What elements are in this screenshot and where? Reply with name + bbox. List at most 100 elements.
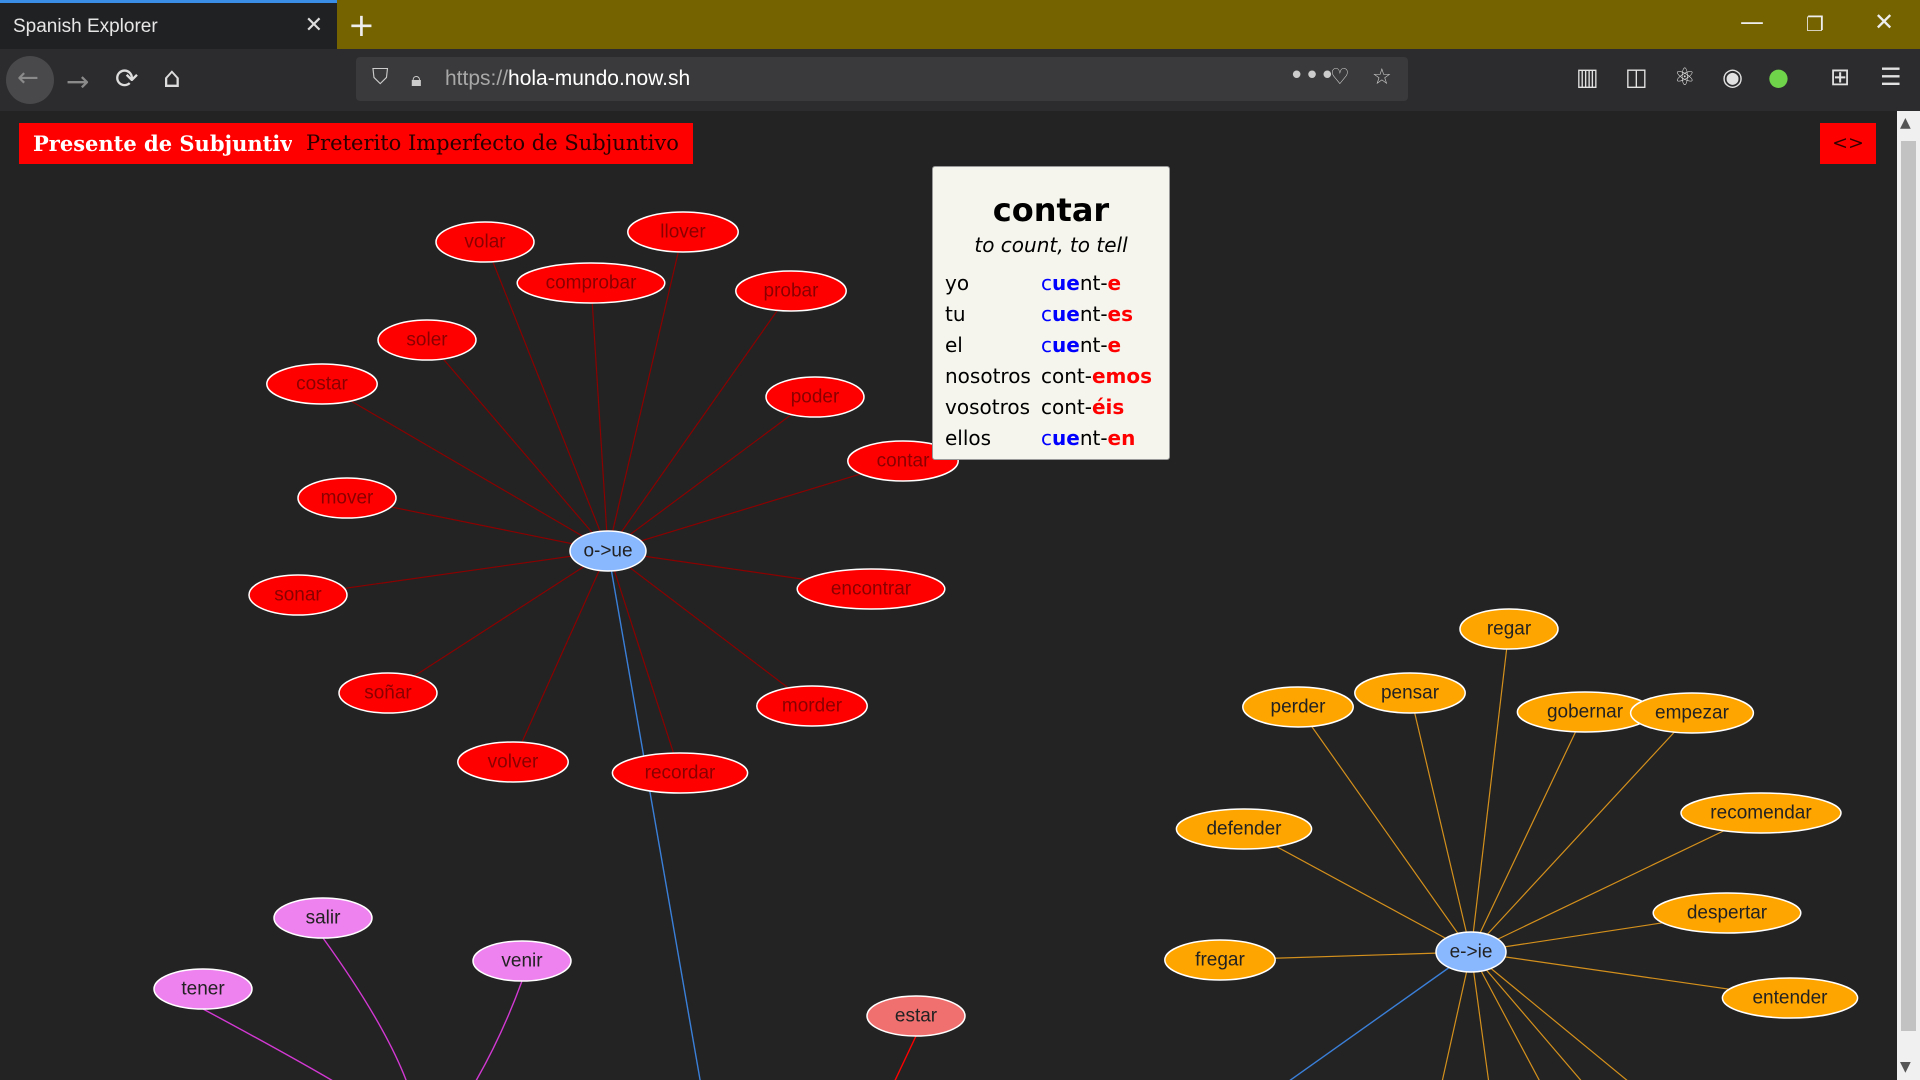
hub-node-e-ie[interactable]: e->ie <box>1435 931 1507 973</box>
verb-node-entender[interactable]: entender <box>1721 977 1859 1019</box>
close-icon[interactable]: ✕ <box>305 13 323 38</box>
node-label: entender <box>1752 988 1828 1009</box>
bookmark-star-icon[interactable]: ☆ <box>1372 65 1392 90</box>
node-label: morder <box>782 696 843 717</box>
vertical-scrollbar[interactable]: ▲ ▼ <box>1897 111 1920 1080</box>
edge-comprobar <box>590 282 609 552</box>
account-icon[interactable]: ◉ <box>1722 63 1743 91</box>
node-label: despertar <box>1687 903 1768 924</box>
verb-node-despertar[interactable]: despertar <box>1652 892 1802 934</box>
verb-node-soler[interactable]: soler <box>377 319 477 361</box>
verb-node-sonar[interactable]: sonar <box>248 574 348 616</box>
more-icon[interactable]: ••• <box>1289 61 1335 91</box>
tab-presente-subjuntivo[interactable]: Presente de Subjuntivo <box>19 123 321 164</box>
node-label: regar <box>1487 619 1532 640</box>
menu-icon[interactable]: ☰ <box>1880 63 1902 91</box>
verb-node-regar[interactable]: regar <box>1459 608 1559 650</box>
verb-node-volar[interactable]: volar <box>435 221 535 263</box>
tab-preterito-imperfecto-subjuntivo[interactable]: Preterito Imperfecto de Subjuntivo <box>292 123 693 164</box>
node-label: e->ie <box>1450 942 1493 963</box>
new-tab-icon[interactable]: + <box>348 6 375 44</box>
card-verb: contar <box>992 191 1110 229</box>
verb-node-recordar[interactable]: recordar <box>611 752 749 794</box>
back-button[interactable]: ← <box>6 56 54 104</box>
node-label: perder <box>1271 697 1327 718</box>
node-label: poder <box>791 387 840 408</box>
verb-node-estar[interactable]: estar <box>866 995 966 1037</box>
window-close-icon[interactable]: ✕ <box>1874 8 1894 36</box>
node-label: salir <box>306 908 342 929</box>
react-devtools-icon[interactable]: ⚛ <box>1674 63 1696 91</box>
node-label: recordar <box>645 763 716 784</box>
url-text[interactable]: https://hola-mundo.now.sh <box>445 67 690 91</box>
verb-node-tener[interactable]: tener <box>153 968 253 1010</box>
stem-part: c <box>1041 302 1052 326</box>
minimize-icon[interactable]: — <box>1740 8 1764 36</box>
scrollbar-thumb[interactable] <box>1901 141 1916 1031</box>
verb-node-morder[interactable]: morder <box>756 685 868 727</box>
edge-offscreen <box>1470 951 1582 1080</box>
url-host: hola-mundo.now.sh <box>508 67 691 90</box>
verb-node-perder[interactable]: perder <box>1242 686 1354 728</box>
stem-part: c <box>1041 271 1052 295</box>
scroll-up-icon[interactable]: ▲ <box>1900 115 1911 131</box>
edge-tener <box>202 1008 333 1080</box>
edge-salir <box>322 937 407 1080</box>
restore-icon[interactable]: ❐ <box>1806 12 1824 36</box>
edge-defender <box>1243 828 1472 953</box>
verb-node-probar[interactable]: probar <box>735 270 847 312</box>
stem-change: ue <box>1052 333 1080 357</box>
verb-node-defender[interactable]: defender <box>1175 808 1313 850</box>
verb-node-pensar[interactable]: pensar <box>1354 672 1466 714</box>
reload-icon[interactable]: ⟳ <box>115 62 138 95</box>
stem-part: nt- <box>1079 426 1108 450</box>
extensions-icon[interactable]: ⊞ <box>1830 63 1850 91</box>
pronoun: yo <box>945 271 970 295</box>
edge-recordar <box>607 550 681 774</box>
hub-link-edge <box>1289 951 1472 1080</box>
verb-node-llover[interactable]: llover <box>627 211 739 253</box>
verb-node-encontrar[interactable]: encontrar <box>796 568 946 610</box>
js-extension-icon[interactable]: ● <box>1768 63 1789 91</box>
node-label: recomendar <box>1710 803 1812 824</box>
verb-node-empezar[interactable]: empezar <box>1629 692 1755 734</box>
verb-node-poder[interactable]: poder <box>765 376 865 418</box>
verb-node-recomendar[interactable]: recomendar <box>1680 792 1842 834</box>
verb-node-fregar[interactable]: fregar <box>1164 939 1276 981</box>
verb-node-salir[interactable]: salir <box>273 897 373 939</box>
verb-node-mover[interactable]: mover <box>297 477 397 519</box>
verb-ending: es <box>1107 302 1134 326</box>
shield-icon[interactable]: ⛉ <box>372 65 389 90</box>
browser-tab[interactable]: Spanish Explorer ✕ <box>0 0 337 49</box>
edge-morder <box>607 550 813 707</box>
lock-icon[interactable]: 🔒︎ <box>411 67 422 91</box>
edge-estar <box>894 1035 917 1080</box>
forward-arrow-icon[interactable]: → <box>66 65 89 98</box>
pocket-icon[interactable]: ♡ <box>1330 65 1350 90</box>
verb-form: cuent-e <box>1041 333 1121 357</box>
back-arrow-icon: ← <box>17 63 39 93</box>
edge-perder <box>1297 706 1472 953</box>
toggle-view-button[interactable]: <> <box>1820 123 1876 164</box>
verb-node-soñar[interactable]: soñar <box>338 672 438 714</box>
verb-node-costar[interactable]: costar <box>266 363 378 405</box>
verb-form: cuent-en <box>1041 426 1135 450</box>
verb-node-venir[interactable]: venir <box>472 940 572 982</box>
node-label: probar <box>764 281 820 302</box>
verb-node-volver[interactable]: volver <box>457 741 569 783</box>
url-bar[interactable]: ⛉ 🔒︎ https://hola-mundo.now.sh ••• ♡ ☆ <box>356 57 1408 101</box>
node-label: defender <box>1206 819 1282 840</box>
library-icon[interactable]: ▥ <box>1576 63 1599 91</box>
sidebar-icon[interactable]: ◫ <box>1625 63 1648 91</box>
tab-title: Spanish Explorer <box>13 16 158 37</box>
edge-venir <box>475 980 523 1080</box>
page-content: volar llover comprobar probar soler costar pod… <box>0 111 1897 1080</box>
stem-change: ue <box>1052 426 1080 450</box>
node-label: fregar <box>1195 950 1245 971</box>
home-icon[interactable]: ⌂ <box>163 61 181 94</box>
verb-node-comprobar[interactable]: comprobar <box>516 262 666 304</box>
browser-window: Spanish Explorer ✕ + — ❐ ✕ ← → ⟳ ⌂ ⛉ 🔒︎ … <box>0 0 1920 1080</box>
hub-node-o-ue[interactable]: o->ue <box>569 530 647 572</box>
node-label: tener <box>181 979 225 1000</box>
scroll-down-icon[interactable]: ▼ <box>1900 1059 1911 1075</box>
